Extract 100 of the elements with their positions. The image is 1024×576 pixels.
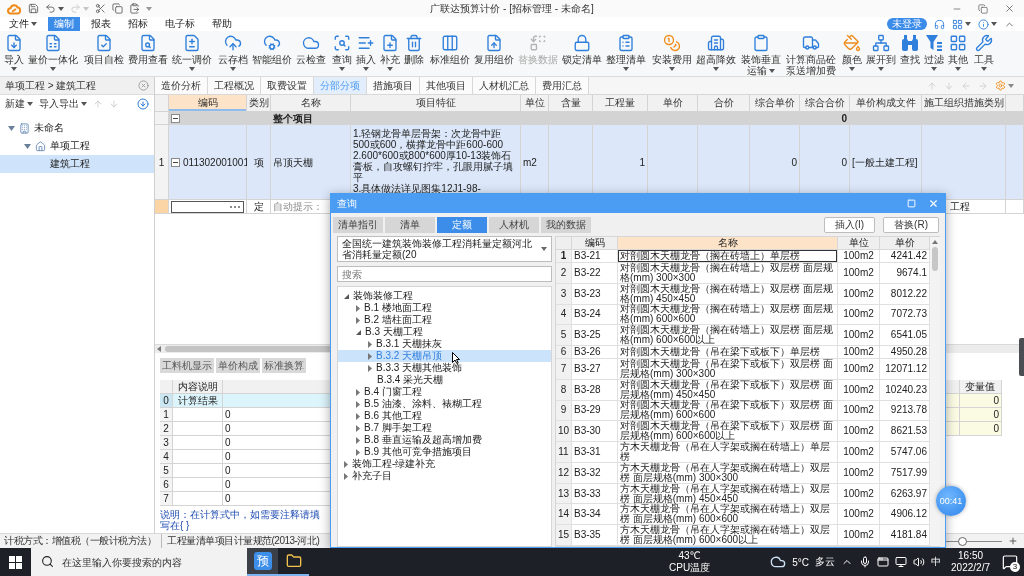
menu-item[interactable]: 文件 [3,17,43,31]
toolbar-button[interactable]: 装饰垂直运输 [739,34,782,76]
column-header[interactable]: 项目特征 [351,95,521,112]
tab[interactable]: 单价构成 [216,358,260,373]
toolbar-button[interactable]: 云存档 [217,34,249,71]
undo-icon[interactable] [45,3,56,14]
column-header[interactable]: 名称 [271,95,351,112]
tree-item[interactable]: 未命名 [0,119,154,137]
zoom-slider[interactable] [946,536,1002,546]
column-header[interactable]: 单价 [880,237,930,250]
clock-time[interactable]: 16:50 [958,550,984,562]
row-header[interactable]: 7 [556,359,572,380]
tree-item[interactable]: B.5 油漆、涂料、裱糊工程 [338,398,551,410]
monitor-icon[interactable] [895,556,908,568]
collapsed-arrow-icon[interactable] [344,460,348,468]
menu-item[interactable]: 电子标 [159,17,201,31]
row-header[interactable]: 12 [556,462,572,484]
library-select[interactable]: 全国统一建筑装饰装修工程消耗量定额河北省消耗量定额(20 [337,236,552,262]
column-header[interactable]: 单价构成文件 [850,95,922,112]
row-header[interactable]: 1 [160,408,173,422]
expanded-arrow-icon[interactable] [8,125,15,131]
toolbar-button[interactable]: 展开到 [865,34,897,71]
tab[interactable]: 标准换算 [262,358,306,373]
toolbar-button[interactable]: 计算商品砼泵送增加费 [784,34,837,76]
column-header[interactable]: 单位 [521,95,549,112]
tab[interactable]: 造价分析 [155,77,208,94]
row-header[interactable]: 1 [556,250,572,263]
collapsed-arrow-icon[interactable] [356,316,360,324]
expanded-arrow-icon[interactable] [344,293,349,299]
zoom-in-icon[interactable] [1008,536,1018,546]
row-header[interactable]: 4 [160,450,173,464]
clock-date[interactable]: 2022/2/7 [951,562,990,574]
collapsed-arrow-icon[interactable] [356,400,360,408]
grid-icon[interactable] [952,18,963,30]
tab[interactable]: 工程概况 [208,77,261,94]
row-header[interactable]: 0 [160,394,173,408]
column-header[interactable]: 类别 [247,95,271,112]
row-header[interactable]: 4 [556,304,572,326]
row-header[interactable]: 15 [556,525,572,546]
column-header[interactable]: 工程量 [593,95,648,112]
tree-item[interactable]: 单项工程 [0,137,154,155]
close-icon[interactable] [138,80,149,91]
toolbar-button[interactable]: 智能组价 [251,34,293,71]
row-header[interactable]: 6 [160,478,173,492]
tab[interactable]: 费用汇总 [536,77,589,94]
row-header[interactable]: 5 [160,464,173,478]
expanded-arrow-icon[interactable] [356,329,361,335]
tab[interactable]: 清单 [385,217,435,233]
column-header[interactable]: 含量 [549,95,593,112]
toolbar-button[interactable]: 查找 [899,34,921,71]
toolbar-button[interactable]: 锁定清单 [561,34,603,71]
tab[interactable]: 其他项目 [420,77,473,94]
row-header[interactable]: 8 [556,379,572,401]
close-icon[interactable] [928,198,939,209]
window-icon[interactable] [877,556,890,568]
tab[interactable]: 我的数据 [541,217,591,233]
toolbar-button[interactable]: 统一调价 [171,34,213,71]
toolbar-button[interactable]: 删除 [403,34,425,71]
toolbar-button[interactable]: 复用组价 [473,34,515,71]
column-header[interactable]: 施工组织措施类别 [922,95,1006,112]
toolbar-button[interactable]: 过滤 [923,34,945,71]
input-method-indicator[interactable]: 中 [931,555,942,569]
microphone-icon[interactable] [859,556,872,568]
save-icon[interactable] [28,3,39,14]
menu-item[interactable]: 报表 [85,17,117,31]
tab[interactable]: 人材机汇总 [473,77,536,94]
column-header[interactable]: 单价 [648,95,698,112]
toolbar-button[interactable]: 补充 [379,34,401,71]
row-header[interactable]: 9 [556,400,572,422]
toolbar-button[interactable]: 量价一体化 [27,34,79,71]
tree-item[interactable]: B.3 天棚工程 [338,326,551,338]
code-input-field[interactable] [171,200,244,213]
toolbar-button[interactable]: 项目自检 [83,34,125,71]
tree-item[interactable]: B.6 其他工程 [338,410,551,422]
row-header[interactable]: 3 [556,283,572,305]
row-header[interactable]: 14 [556,504,572,526]
tree-item[interactable]: B.3.3 天棚其他装饰 [338,362,551,374]
taskbar-search-field[interactable]: 在这里输入你要搜索的内容 [31,548,247,576]
scroll-up-icon[interactable] [932,240,938,244]
column-header[interactable]: 综合合价 [800,95,850,112]
row-header[interactable]: 10 [556,421,572,443]
tab[interactable]: 清单指引 [333,217,383,233]
tree-item[interactable]: B.3.1 天棚抹灰 [338,338,551,350]
toolbar-button[interactable]: 超高降效 [695,34,737,76]
side-panel-handle[interactable] [1019,338,1024,376]
collapsed-arrow-icon[interactable] [344,472,348,480]
tree-item[interactable]: B.7 脚手架工程 [338,422,551,434]
info-icon[interactable] [978,18,989,30]
menu-item[interactable]: 帮助 [206,17,238,31]
menu-button[interactable]: 导入导出 [39,97,87,111]
tree-item[interactable]: B.1 楼地面工程 [338,302,551,314]
action-button[interactable]: 插入(I) [823,217,876,233]
paste-icon[interactable] [129,3,140,14]
copy-icon[interactable] [112,3,123,14]
headset-icon[interactable] [934,18,945,30]
tab[interactable]: 工料机显示 [160,358,214,373]
collapsed-arrow-icon[interactable] [356,448,360,456]
collapsed-arrow-icon[interactable] [368,340,372,348]
column-header[interactable]: 综合单价 [750,95,800,112]
tree-item[interactable]: B.3.4 采光天棚 [338,374,551,386]
